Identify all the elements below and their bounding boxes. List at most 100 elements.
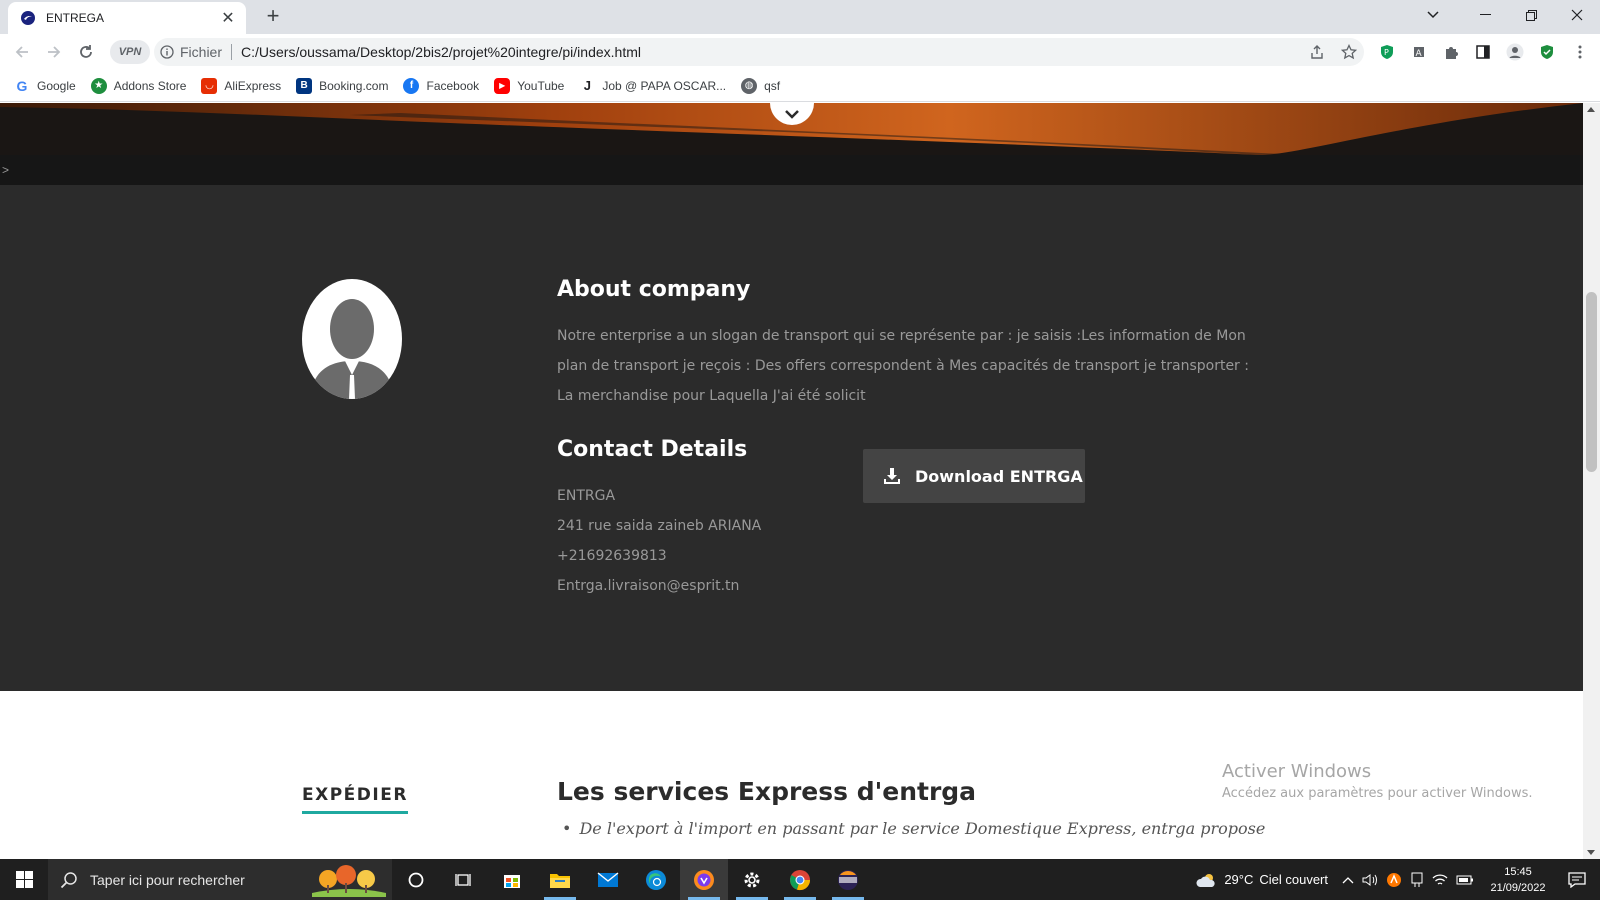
bookmark-label: Booking.com: [319, 78, 389, 93]
chevron-down-icon: [785, 110, 799, 119]
bookmark-job[interactable]: J Job @ PAPA OSCAR...: [579, 78, 726, 94]
info-icon[interactable]: [160, 45, 174, 59]
minimize-button[interactable]: [1462, 0, 1508, 30]
download-button[interactable]: Download ENTRGA: [863, 449, 1085, 503]
globe-icon: ◍: [741, 77, 758, 94]
services-heading: Les services Express d'entrga: [557, 777, 977, 806]
close-window-button[interactable]: [1554, 0, 1600, 30]
services-bullet-text: De l'export à l'import en passant par le…: [579, 819, 1266, 838]
contact-address: 241 rue saida zaineb ARIANA: [557, 518, 762, 534]
tab-expedier[interactable]: EXPÉDIER: [302, 785, 408, 814]
chrome-icon[interactable]: [776, 859, 824, 900]
bookmark-facebook[interactable]: f Facebook: [403, 77, 479, 94]
bookmark-label: qsf: [764, 78, 781, 93]
download-button-label: Download ENTRGA: [915, 466, 1083, 486]
address-bar[interactable]: Fichier C:/Users/oussama/Desktop/2bis2/p…: [154, 38, 1364, 66]
security-label: Fichier: [180, 44, 223, 60]
tab-search-chevron-icon[interactable]: [1410, 0, 1456, 30]
svg-text:P: P: [1384, 48, 1389, 57]
url-text[interactable]: C:/Users/oussama/Desktop/2bis2/projet%20…: [241, 44, 641, 60]
facebook-icon: f: [403, 77, 420, 94]
device-tray-icon[interactable]: [1410, 872, 1424, 888]
forward-arrow-icon[interactable]: [42, 40, 66, 64]
side-panel-icon[interactable]: [1473, 42, 1493, 62]
stray-text-strip: >: [0, 155, 1583, 185]
bookmark-label: Addons Store: [113, 78, 187, 93]
contact-phone: +21692639813: [557, 548, 667, 564]
avast-tray-icon[interactable]: [1386, 872, 1402, 888]
activation-subtitle: Accédez aux paramètres pour activer Wind…: [1222, 786, 1533, 801]
bookmark-youtube[interactable]: ▶ YouTube: [494, 77, 564, 94]
bullet-icon: •: [562, 819, 572, 838]
bookmark-label: Google: [37, 78, 76, 93]
about-text: Notre enterprise a un slogan de transpor…: [557, 328, 1249, 404]
clock-date: 21/09/2022: [1490, 881, 1546, 894]
site-favicon-icon: [21, 11, 35, 25]
show-hidden-icons-chevron-icon[interactable]: [1342, 876, 1354, 884]
settings-gear-icon[interactable]: [728, 859, 776, 900]
extension-shield-icon[interactable]: P: [1377, 42, 1397, 62]
file-explorer-icon[interactable]: [536, 859, 584, 900]
weather-temperature[interactable]: 29°C: [1224, 872, 1253, 887]
about-heading: About company: [557, 277, 751, 302]
youtube-icon: ▶: [494, 77, 511, 94]
vpn-badge[interactable]: VPN: [110, 40, 150, 64]
cortana-icon[interactable]: [392, 859, 440, 900]
menu-kebab-icon[interactable]: [1570, 42, 1590, 62]
new-tab-button[interactable]: +: [260, 4, 286, 30]
back-arrow-icon[interactable]: [10, 40, 34, 64]
tab-close-icon[interactable]: ✕: [220, 8, 236, 28]
restore-button[interactable]: [1508, 0, 1554, 30]
tab-title: ENTREGA: [46, 11, 105, 25]
bookmark-qsf[interactable]: ◍ qsf: [741, 77, 781, 94]
bookmarks-bar: G Google ★ Addons Store ◡ AliExpress B B…: [0, 70, 1600, 102]
person-silhouette-icon: [310, 299, 394, 399]
bookmark-label: AliExpress: [224, 78, 282, 93]
edge-browser-icon[interactable]: [632, 859, 680, 900]
scroll-down-arrow-icon[interactable]: [1587, 850, 1595, 855]
search-icon: [60, 871, 78, 889]
bookmark-star-icon[interactable]: [1339, 42, 1359, 62]
battery-icon[interactable]: [1456, 874, 1474, 886]
scroll-up-arrow-icon[interactable]: [1587, 107, 1595, 112]
contact-company: ENTRGA: [557, 488, 616, 504]
download-icon: [883, 467, 901, 485]
page-scrollbar[interactable]: [1583, 103, 1600, 859]
search-placeholder: Taper ici pour rechercher: [90, 871, 245, 888]
browser-toolbar: VPN Fichier C:/Users/oussama/Desktop/2bi…: [0, 34, 1600, 70]
eclipse-ide-icon[interactable]: [824, 859, 872, 900]
share-icon[interactable]: [1307, 42, 1327, 62]
extensions-puzzle-icon[interactable]: [1441, 42, 1461, 62]
tab-entrega[interactable]: ENTREGA ✕: [8, 2, 246, 34]
taskbar-clock[interactable]: 15:45 21/09/2022: [1482, 864, 1554, 896]
profile-avatar-icon[interactable]: [1505, 42, 1525, 62]
svg-text:A: A: [1416, 49, 1423, 59]
hero-image: [0, 103, 1583, 155]
task-view-icon[interactable]: [440, 859, 488, 900]
contact-list: ENTRGA 241 rue saida zaineb ARIANA +2169…: [557, 481, 761, 601]
page-viewport: > About company Notre enterprise a un sl…: [0, 103, 1583, 859]
taskbar-search-box[interactable]: Taper ici pour rechercher: [48, 859, 392, 900]
start-button[interactable]: [0, 859, 48, 900]
wifi-icon[interactable]: [1432, 873, 1448, 887]
microsoft-store-icon[interactable]: [488, 859, 536, 900]
brave-browser-icon[interactable]: [680, 859, 728, 900]
extension-a-icon[interactable]: A: [1409, 42, 1429, 62]
omnibox-separator: [231, 44, 233, 60]
weather-condition[interactable]: Ciel couvert: [1259, 872, 1328, 887]
bookmark-addons-store[interactable]: ★ Addons Store: [90, 77, 187, 94]
volume-icon[interactable]: [1362, 873, 1378, 887]
bookmark-google[interactable]: G Google: [14, 78, 76, 94]
bookmark-aliexpress[interactable]: ◡ AliExpress: [201, 77, 282, 94]
autumn-trees-illustration: [312, 863, 386, 897]
weather-cloud-icon[interactable]: [1196, 872, 1218, 888]
booking-icon: B: [296, 77, 313, 94]
notifications-icon[interactable]: [1554, 871, 1600, 888]
reload-icon[interactable]: [74, 40, 98, 64]
google-icon: G: [16, 77, 28, 94]
scrollbar-thumb[interactable]: [1586, 292, 1597, 472]
bookmark-booking[interactable]: B Booking.com: [296, 77, 389, 94]
contact-email: Entrga.livraison@esprit.tn: [557, 578, 740, 594]
mail-icon[interactable]: [584, 859, 632, 900]
security-shield-icon[interactable]: [1537, 42, 1557, 62]
